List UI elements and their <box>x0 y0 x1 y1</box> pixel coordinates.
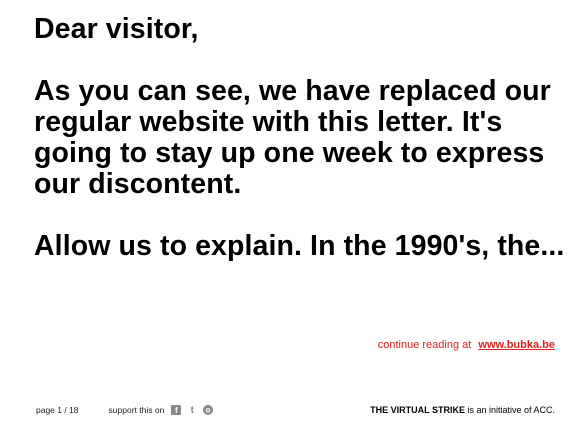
support-section: support this on f t <box>108 405 214 416</box>
support-label: support this on <box>108 405 165 415</box>
continue-reading: continue reading at www.bubka.be <box>378 339 555 351</box>
footer: page 1 / 18 support this on f t THE VIRT… <box>36 402 555 418</box>
letter-body: Dear visitor, As you can see, we have re… <box>34 14 574 262</box>
github-icon-glyph <box>206 408 211 413</box>
page-counter: page 1 / 18 <box>36 405 79 415</box>
initiative-credit: THE VIRTUAL STRIKE is an initiative of A… <box>370 405 555 415</box>
letter-paragraph-1: As you can see, we have replaced our reg… <box>34 75 551 200</box>
initiative-rest: is an initiative of ACC. <box>464 405 555 415</box>
continue-reading-text: continue reading at <box>377 339 472 351</box>
twitter-icon[interactable]: t <box>187 405 197 416</box>
facebook-icon[interactable]: f <box>171 405 182 415</box>
initiative-title: THE VIRTUAL STRIKE <box>370 405 465 415</box>
github-icon[interactable] <box>203 405 214 415</box>
continue-reading-link[interactable]: www.bubka.be <box>478 339 555 351</box>
letter-salutation: Dear visitor, <box>34 13 199 45</box>
letter-paragraph-2: Allow us to explain. In the 1990's, the.… <box>34 230 565 262</box>
